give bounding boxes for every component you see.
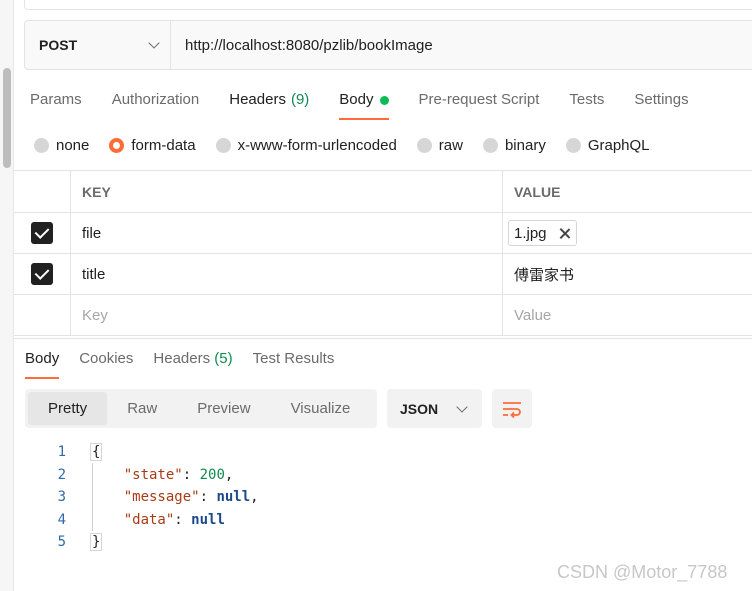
radio-none[interactable]: none [34,134,89,156]
table-row: title 傅雷家书 [14,254,752,295]
param-value-cell: 1.jpg [503,213,752,253]
key-column-header: KEY [71,171,503,212]
line-number: 4 [57,511,66,528]
code-line: 4 "data": null [0,509,259,532]
file-chip[interactable]: 1.jpg [508,220,577,246]
close-icon[interactable] [559,228,570,239]
open-brace: { [90,443,103,461]
watermark: CSDN @Motor_7788 [557,562,728,582]
radio-raw[interactable]: raw [416,134,463,156]
radio-x-www-form-urlencoded[interactable]: x-www-form-urlencoded [215,134,397,156]
headers-count: (9) [290,91,310,108]
tab-params[interactable]: Params [30,88,82,120]
value-column-header: VALUE [514,183,561,200]
radio-circle-icon [565,137,581,153]
top-panel-edge [24,0,752,10]
method-label: POST [39,37,78,53]
request-tabs: Params Authorization Headers (9) Body Pre… [30,88,719,120]
tab-body[interactable]: Body [339,88,389,120]
json-key: "data" [123,511,175,528]
tab-response-body[interactable]: Body [25,339,60,379]
form-data-table: KEY VALUE file 1.jpg title 傅雷家书 Key Valu… [14,170,752,336]
code-line: 1 { [0,441,259,464]
param-key[interactable]: title [71,254,503,294]
url-input[interactable]: http://localhost:8080/pzlib/bookImage [171,21,433,69]
response-tabs: Body Cookies Headers (5) Test Results [14,338,752,379]
tab-tests[interactable]: Tests [569,88,604,120]
param-value[interactable]: 傅雷家书 [503,254,752,294]
body-active-dot-icon [379,96,389,105]
line-number: 3 [57,489,66,505]
request-url-bar: POST http://localhost:8080/pzlib/bookIma… [24,20,752,70]
tab-pre-request-script[interactable]: Pre-request Script [419,88,540,120]
json-value: null [191,511,225,528]
file-name: 1.jpg [514,224,547,242]
format-label: JSON [400,400,439,417]
line-number: 1 [57,444,66,460]
view-pretty-button[interactable]: Pretty [28,392,108,425]
table-header-row: KEY VALUE [14,171,752,213]
method-select[interactable]: POST [25,21,171,69]
radio-binary[interactable]: binary [482,134,546,156]
new-value-input[interactable]: Value [503,295,752,335]
radio-form-data[interactable]: form-data [109,134,196,156]
code-line: 2 "state": 200, [0,464,259,487]
format-select[interactable]: JSON [387,389,482,428]
tab-headers[interactable]: Headers (9) [229,88,309,120]
table-row-new: Key Value [14,295,752,336]
json-key: "state" [123,466,183,483]
tab-cookies[interactable]: Cookies [79,339,133,379]
radio-circle-icon [482,137,498,153]
scrollbar-thumb[interactable] [3,68,11,168]
response-body-viewer: 1 { 2 "state": 200, 3 "message": null, 4… [0,441,259,554]
json-value: null [216,489,251,505]
response-headers-count: (5) [214,350,233,367]
view-raw-button[interactable]: Raw [107,392,177,425]
view-preview-button[interactable]: Preview [177,392,270,425]
json-value: 200 [199,466,225,483]
radio-circle-icon [416,137,432,153]
close-brace: } [90,533,103,551]
code-line: 3 "message": null, [0,486,259,509]
tab-authorization[interactable]: Authorization [112,88,200,120]
body-type-radios: none form-data x-www-form-urlencoded raw… [34,134,670,156]
radio-graphql[interactable]: GraphQL [565,134,650,156]
param-key[interactable]: file [71,213,503,253]
line-number: 2 [57,466,66,483]
radio-circle-icon [34,137,49,153]
view-visualize-button[interactable]: Visualize [271,392,371,425]
chevron-down-icon [148,37,160,49]
tab-test-results[interactable]: Test Results [253,339,335,379]
tab-settings[interactable]: Settings [634,88,688,120]
code-line: 5 } [0,531,259,554]
json-key: "message" [123,489,200,505]
wrap-lines-icon [503,401,521,418]
new-key-input[interactable]: Key [71,295,503,335]
radio-circle-icon [215,137,231,153]
chevron-down-icon [456,400,468,413]
row-enabled-checkbox[interactable] [31,222,53,244]
row-enabled-checkbox[interactable] [31,263,53,285]
table-row: file 1.jpg [14,213,752,254]
view-mode-group: Pretty Raw Preview Visualize [25,389,377,428]
tab-response-headers[interactable]: Headers (5) [153,339,232,379]
wrap-lines-button[interactable] [492,389,532,428]
line-number: 5 [57,534,66,550]
radio-selected-icon [109,137,125,153]
